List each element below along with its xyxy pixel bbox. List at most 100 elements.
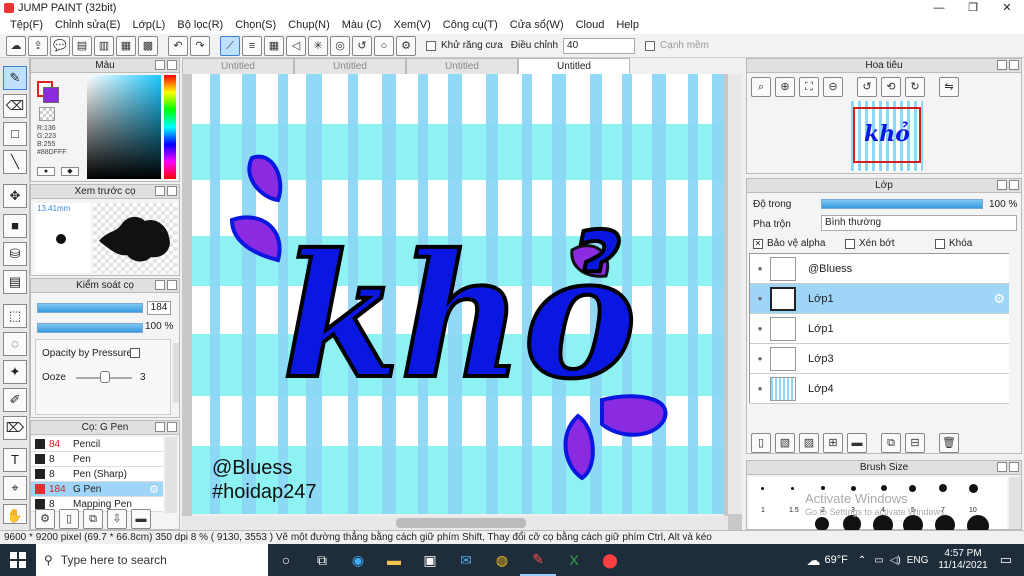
magic-wand-icon[interactable]: ✦	[3, 360, 27, 384]
tab-document-active[interactable]: Untitled	[518, 58, 630, 74]
ooze-slider-handle[interactable]	[100, 371, 110, 383]
new-brush-icon[interactable]: ▯	[59, 509, 79, 529]
weather-temp[interactable]: 69°F	[824, 554, 847, 566]
visibility-icon[interactable]: ●	[750, 264, 770, 273]
fill-rect-icon[interactable]: ■	[3, 214, 27, 238]
parallel-ruler-icon[interactable]: ≡	[242, 35, 262, 56]
float-icon[interactable]	[997, 180, 1007, 190]
ruler-icon[interactable]: ⟋	[220, 35, 240, 56]
cloud-icon[interactable]: ☁	[6, 35, 26, 56]
panel-close-icon[interactable]	[1009, 462, 1019, 472]
float-icon[interactable]	[155, 280, 165, 290]
opacity-pressure-checkbox[interactable]	[130, 348, 140, 358]
delete-layer-icon[interactable]: 🗑	[939, 433, 959, 453]
load-brush-icon[interactable]: ⇩	[107, 509, 127, 529]
protect-alpha-checkbox[interactable]: ✕	[753, 239, 763, 249]
network-icon[interactable]: ▭	[874, 555, 883, 566]
chat-icon[interactable]: ▤	[72, 35, 92, 56]
menu-filter[interactable]: Bộ lọc(R)	[171, 19, 229, 31]
eraser-tool-icon[interactable]: ⌫	[3, 94, 27, 118]
duplicate-layer-icon[interactable]: ⧉	[881, 433, 901, 453]
panel-close-icon[interactable]	[167, 422, 177, 432]
layer-folder-icon[interactable]: ▬	[847, 433, 867, 453]
select-eraser-icon[interactable]: ⌦	[3, 416, 27, 440]
visibility-icon[interactable]: ●	[750, 324, 770, 333]
float-icon[interactable]	[997, 60, 1007, 70]
line-tool-icon[interactable]: ╲	[3, 150, 27, 174]
panel-close-icon[interactable]	[167, 60, 177, 70]
float-icon[interactable]	[155, 60, 165, 70]
pen-tool-icon[interactable]: ✎	[3, 66, 27, 90]
panel-close-icon[interactable]	[167, 280, 177, 290]
brush-settings-icon[interactable]: ⚙	[35, 509, 55, 529]
minimize-button[interactable]: —	[922, 0, 956, 16]
blend-mode-select[interactable]: Bình thường	[821, 215, 1017, 231]
hand-tool-icon[interactable]: ✋	[3, 504, 27, 524]
redo-icon[interactable]: ↷	[190, 35, 210, 56]
menu-layer[interactable]: Lớp(L)	[126, 19, 171, 31]
clipping-checkbox[interactable]	[845, 239, 855, 249]
language-indicator[interactable]: ENG	[907, 555, 929, 566]
antialias-checkbox[interactable]	[426, 40, 436, 51]
transparent-swatch[interactable]	[39, 107, 55, 121]
saturation-value-picker[interactable]	[87, 75, 161, 179]
undo-icon[interactable]: ↶	[168, 35, 188, 56]
visibility-icon[interactable]: ●	[750, 354, 770, 363]
flip-icon[interactable]: ⇋	[939, 77, 959, 97]
brush-item[interactable]: 84 Pencil	[31, 437, 163, 452]
brush-folder-icon[interactable]: ▬	[131, 509, 151, 529]
notifications-icon[interactable]: ▭	[1000, 552, 1012, 568]
brush-control-scrollbar[interactable]	[173, 343, 179, 403]
palette-icon[interactable]: ●	[37, 167, 55, 176]
layer-row[interactable]: ● Lớp4	[750, 374, 1009, 404]
brush-size-scrollbar[interactable]	[1009, 477, 1021, 529]
layer-row[interactable]: ● Lớp3	[750, 344, 1009, 374]
layer-settings-icon[interactable]: ⚙	[993, 291, 1005, 307]
layer-row-selected[interactable]: ● Lớp1 ⚙	[750, 284, 1009, 314]
menu-view[interactable]: Xem(V)	[387, 19, 436, 31]
rect-select-icon[interactable]: ⬚	[3, 304, 27, 328]
menu-capture[interactable]: Chụp(N)	[282, 19, 336, 31]
brush-item-selected[interactable]: 184 G Pen ⚙	[31, 482, 163, 497]
cortana-icon[interactable]: ○	[268, 544, 304, 576]
tab-document[interactable]: Untitled	[294, 58, 406, 74]
layer-row[interactable]: ● Lớp1	[750, 314, 1009, 344]
menu-file[interactable]: Tệp(F)	[4, 19, 49, 31]
visibility-icon[interactable]: ●	[750, 294, 770, 303]
menu-cloud[interactable]: Cloud	[570, 19, 611, 31]
hue-slider[interactable]	[164, 75, 176, 179]
navigator-thumbnail[interactable]: khỏ	[851, 101, 923, 171]
volume-icon[interactable]: ◁)	[890, 555, 901, 566]
store-icon[interactable]: ▣	[412, 544, 448, 576]
concentric-icon[interactable]: ◎	[330, 35, 350, 56]
canvas-area[interactable]: khỏ @Bluess #hoidap247	[182, 74, 742, 530]
merge-layer-icon[interactable]: ⊟	[905, 433, 925, 453]
artwork-canvas[interactable]: khỏ @Bluess #hoidap247	[182, 74, 742, 530]
grid-ruler-icon[interactable]: ▦	[264, 35, 284, 56]
export-icon[interactable]: ⇪	[28, 35, 48, 56]
menu-window[interactable]: Cửa sổ(W)	[504, 19, 570, 31]
color-set-icon[interactable]: ◆	[61, 167, 79, 176]
duplicate-brush-icon[interactable]: ⧉	[83, 509, 103, 529]
soft-edge-checkbox[interactable]	[645, 40, 656, 51]
select-pen-icon[interactable]: ✐	[3, 388, 27, 412]
lasso-tool-icon[interactable]: ◌	[3, 332, 27, 356]
new-layer-icon[interactable]: ▯	[751, 433, 771, 453]
adjust-input[interactable]: 40	[563, 37, 636, 54]
float-icon[interactable]	[155, 186, 165, 196]
panel-close-icon[interactable]	[167, 186, 177, 196]
grid-settings-icon[interactable]: ▩	[138, 35, 158, 56]
navigator-view-rect[interactable]: khỏ	[853, 107, 921, 163]
clock[interactable]: 4:57 PM 11/14/2021	[938, 548, 987, 572]
zoom-fit-icon[interactable]: ⌕	[751, 77, 771, 97]
menu-help[interactable]: Help	[610, 19, 645, 31]
circle-ruler-icon[interactable]: ○	[374, 35, 394, 56]
brush-list-scrollbar[interactable]	[165, 437, 177, 513]
edge-icon[interactable]: ◉	[340, 544, 376, 576]
perspective-icon[interactable]: ◁	[286, 35, 306, 56]
brush-item[interactable]: 8 Pen	[31, 452, 163, 467]
curve-ruler-icon[interactable]: ↺	[352, 35, 372, 56]
chrome-icon[interactable]: ◍	[484, 544, 520, 576]
weather-icon[interactable]: ☁	[806, 552, 820, 569]
taskbar-search[interactable]: ⚲ Type here to search	[36, 544, 268, 576]
